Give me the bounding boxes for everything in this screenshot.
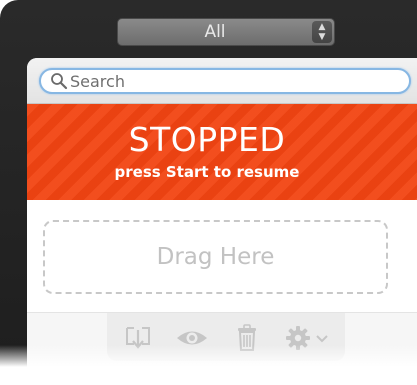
app-window: All ▲▼ STOPPED press Start to resume Dra… [0,0,417,385]
drop-area: Drag Here [27,200,417,313]
status-subtitle: press Start to resume [114,163,300,181]
search-input[interactable] [70,71,400,91]
drag-here-dropzone[interactable]: Drag Here [43,220,388,294]
search-field[interactable] [39,68,411,94]
search-bar [27,58,417,104]
status-banner: STOPPED press Start to resume [27,104,417,200]
bottom-fade [0,345,417,385]
filter-selected-value: All [204,22,226,42]
up-down-arrows-icon: ▲ ▼ [312,21,332,43]
dropzone-label: Drag Here [156,244,275,270]
search-icon [51,73,68,90]
filter-select[interactable]: All ▲ ▼ [117,18,335,46]
chevron-down-icon [316,335,328,343]
main-panel: STOPPED press Start to resume Drag Here [27,58,417,385]
status-title: STOPPED [128,120,286,159]
